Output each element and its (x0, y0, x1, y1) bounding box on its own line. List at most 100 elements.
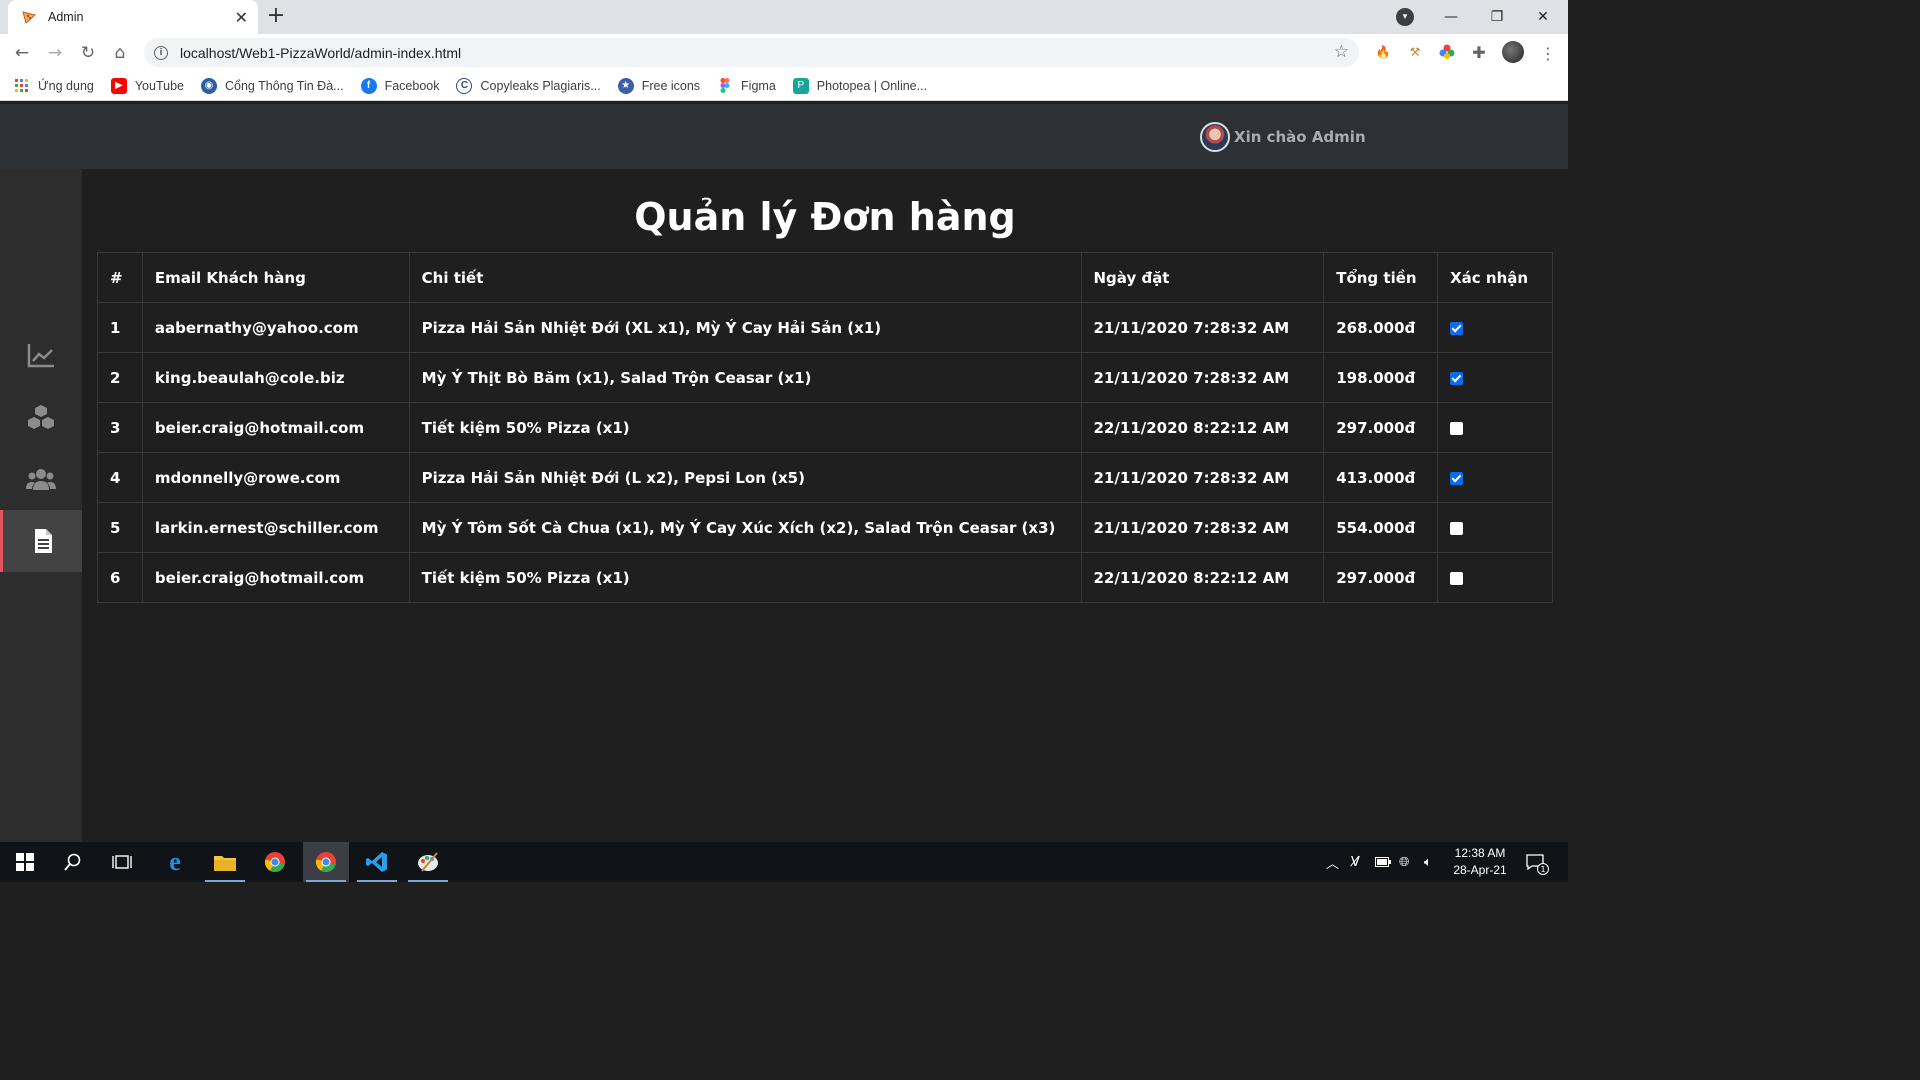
bookmark-star-icon[interactable]: ☆ (1334, 42, 1349, 62)
notification-count-badge: 1 (1537, 863, 1549, 875)
vpn-icon[interactable]: V̸ (1351, 842, 1360, 882)
action-center-button[interactable]: 1 (1526, 842, 1549, 882)
bookmark-free-icons[interactable]: ★ Free icons (617, 77, 701, 94)
order-detail: Tiết kiệm 50% Pizza (x1) (408, 552, 1082, 603)
confirm-checkbox[interactable] (1450, 421, 1464, 435)
battery-icon[interactable] (1375, 842, 1391, 882)
order-email: beier.craig@hotmail.com (141, 402, 410, 453)
windows-taskbar: e ︿ V̸ 🌐︎ 🔈︎ 12:38 AM 28-Apr-21 1 (0, 842, 1568, 882)
order-id: 3 (97, 402, 143, 453)
address-bar[interactable]: i localhost/Web1-PizzaWorld/admin-index.… (144, 38, 1359, 67)
apps-grid-icon (14, 78, 30, 94)
browser-toolbar: ← → ↻ ⌂ i localhost/Web1-PizzaWorld/admi… (0, 34, 1568, 71)
task-view-icon[interactable] (99, 842, 145, 882)
confirm-checkbox[interactable] (1450, 521, 1464, 535)
order-date: 21/11/2020 7:28:32 AM (1080, 352, 1325, 403)
bookmark-facebook[interactable]: f Facebook (360, 77, 439, 94)
confirm-checkbox[interactable] (1450, 371, 1464, 385)
file-explorer-icon[interactable] (202, 842, 248, 882)
order-date: 21/11/2020 7:28:32 AM (1080, 452, 1325, 503)
vscode-icon[interactable] (354, 842, 400, 882)
bookmark-figma[interactable]: Figma (717, 78, 776, 94)
youtube-icon: ▶ (110, 77, 127, 94)
profile-avatar[interactable] (1502, 41, 1524, 63)
order-total: 413.000đ (1323, 452, 1439, 503)
order-email: larkin.ernest@schiller.com (141, 502, 410, 553)
table-row: 1 aabernathy@yahoo.com Pizza Hải Sản Nhi… (97, 302, 1553, 353)
new-tab-button[interactable]: + (264, 4, 288, 28)
order-date: 21/11/2020 7:28:32 AM (1080, 502, 1325, 553)
order-confirm-cell (1437, 352, 1553, 403)
minimize-button[interactable]: — (1428, 0, 1474, 34)
bookmark-apps[interactable]: Ứng dụng (14, 78, 94, 94)
bookmark-copyleaks[interactable]: C Copyleaks Plagiaris... (456, 77, 601, 94)
clock-time: 12:38 AM (1454, 846, 1506, 860)
order-detail: Mỳ Ý Tôm Sốt Cà Chua (x1), Mỳ Ý Cay Xúc … (408, 502, 1082, 553)
confirm-checkbox[interactable] (1450, 571, 1464, 585)
free-icons-icon: ★ (617, 77, 634, 94)
windows-start-icon[interactable] (2, 842, 48, 882)
order-total: 198.000đ (1323, 352, 1439, 403)
tab-title: Admin (48, 10, 84, 24)
back-arrow-icon[interactable]: ← (9, 40, 35, 66)
order-id: 5 (97, 502, 143, 553)
network-globe-icon[interactable]: 🌐︎ (1399, 842, 1409, 882)
bookmark-label: Free icons (641, 78, 701, 93)
bookmark-photopea[interactable]: P Photopea | Online... (792, 77, 927, 94)
tab-search-icon[interactable]: ▾ (1396, 8, 1414, 26)
portal-icon: ◉ (200, 77, 217, 94)
volume-icon[interactable]: 🔈︎ (1424, 842, 1432, 882)
search-icon[interactable] (50, 842, 96, 882)
confirm-checkbox[interactable] (1450, 471, 1464, 485)
bookmark-label: YouTube (134, 78, 184, 93)
sidebar-item-orders[interactable] (0, 510, 82, 572)
order-date: 22/11/2020 8:22:12 AM (1080, 552, 1325, 603)
extensions-puzzle-icon[interactable]: ✚ (1470, 43, 1488, 62)
close-window-button[interactable]: ✕ (1520, 0, 1566, 34)
edge-icon[interactable]: e (152, 842, 198, 882)
photopea-icon: P (792, 77, 809, 94)
sidebar-item-products[interactable] (0, 386, 82, 448)
order-confirm-cell (1437, 502, 1553, 553)
facebook-icon: f (360, 77, 377, 94)
column-header-total: Tổng tiền (1323, 252, 1439, 303)
chart-line-icon (27, 344, 54, 368)
address-url[interactable]: localhost/Web1-PizzaWorld/admin-index.ht… (180, 45, 461, 61)
reload-icon[interactable]: ↻ (75, 40, 101, 66)
order-total: 268.000đ (1323, 302, 1439, 353)
order-email: mdonnelly@rowe.com (141, 452, 410, 503)
show-hidden-icons-icon[interactable]: ︿ (1326, 842, 1339, 882)
extension-tool-icon[interactable]: ⚒ (1406, 43, 1424, 61)
home-icon[interactable]: ⌂ (107, 40, 133, 66)
avatar[interactable] (1200, 122, 1230, 152)
taskbar-clock[interactable]: 12:38 AM 28-Apr-21 (1448, 845, 1512, 879)
order-confirm-cell (1437, 552, 1553, 603)
sidebar-item-statistics[interactable] (0, 324, 82, 386)
boxes-icon (28, 405, 54, 429)
chrome-icon[interactable] (252, 842, 298, 882)
chrome-active-icon[interactable] (303, 842, 349, 882)
restore-button[interactable]: ❐ (1474, 0, 1520, 34)
forward-arrow-icon[interactable]: → (42, 40, 68, 66)
extension-fire-icon[interactable]: 🔥 (1374, 43, 1392, 61)
paint-app-icon[interactable] (405, 842, 451, 882)
admin-greeting[interactable]: Xin chào Admin (1200, 122, 1366, 152)
bookmark-portal[interactable]: ◉ Cổng Thông Tin Đà... (200, 77, 344, 94)
users-icon (26, 469, 56, 490)
column-header-date: Ngày đặt (1080, 252, 1325, 303)
browser-tab[interactable]: Admin ✕ (8, 0, 258, 34)
site-info-icon[interactable]: i (154, 45, 168, 60)
table-header-row: # Email Khách hàng Chi tiết Ngày đặt Tổn… (97, 252, 1553, 303)
greeting-text: Xin chào Admin (1234, 128, 1366, 146)
close-tab-icon[interactable]: ✕ (235, 8, 248, 27)
menu-kebab-icon[interactable]: ⋮ (1535, 40, 1561, 66)
bookmarks-bar: Ứng dụng ▶ YouTube ◉ Cổng Thông Tin Đà..… (0, 71, 1568, 101)
order-total: 297.000đ (1323, 402, 1439, 453)
bookmark-youtube[interactable]: ▶ YouTube (110, 77, 184, 94)
sidebar-item-users[interactable] (0, 448, 82, 510)
extension-color-wheel-icon[interactable] (1438, 43, 1456, 61)
order-detail: Mỳ Ý Thịt Bò Băm (x1), Salad Trộn Ceasar… (408, 352, 1082, 403)
order-email: king.beaulah@cole.biz (141, 352, 410, 403)
clock-date: 28-Apr-21 (1453, 863, 1507, 877)
confirm-checkbox[interactable] (1450, 321, 1464, 335)
